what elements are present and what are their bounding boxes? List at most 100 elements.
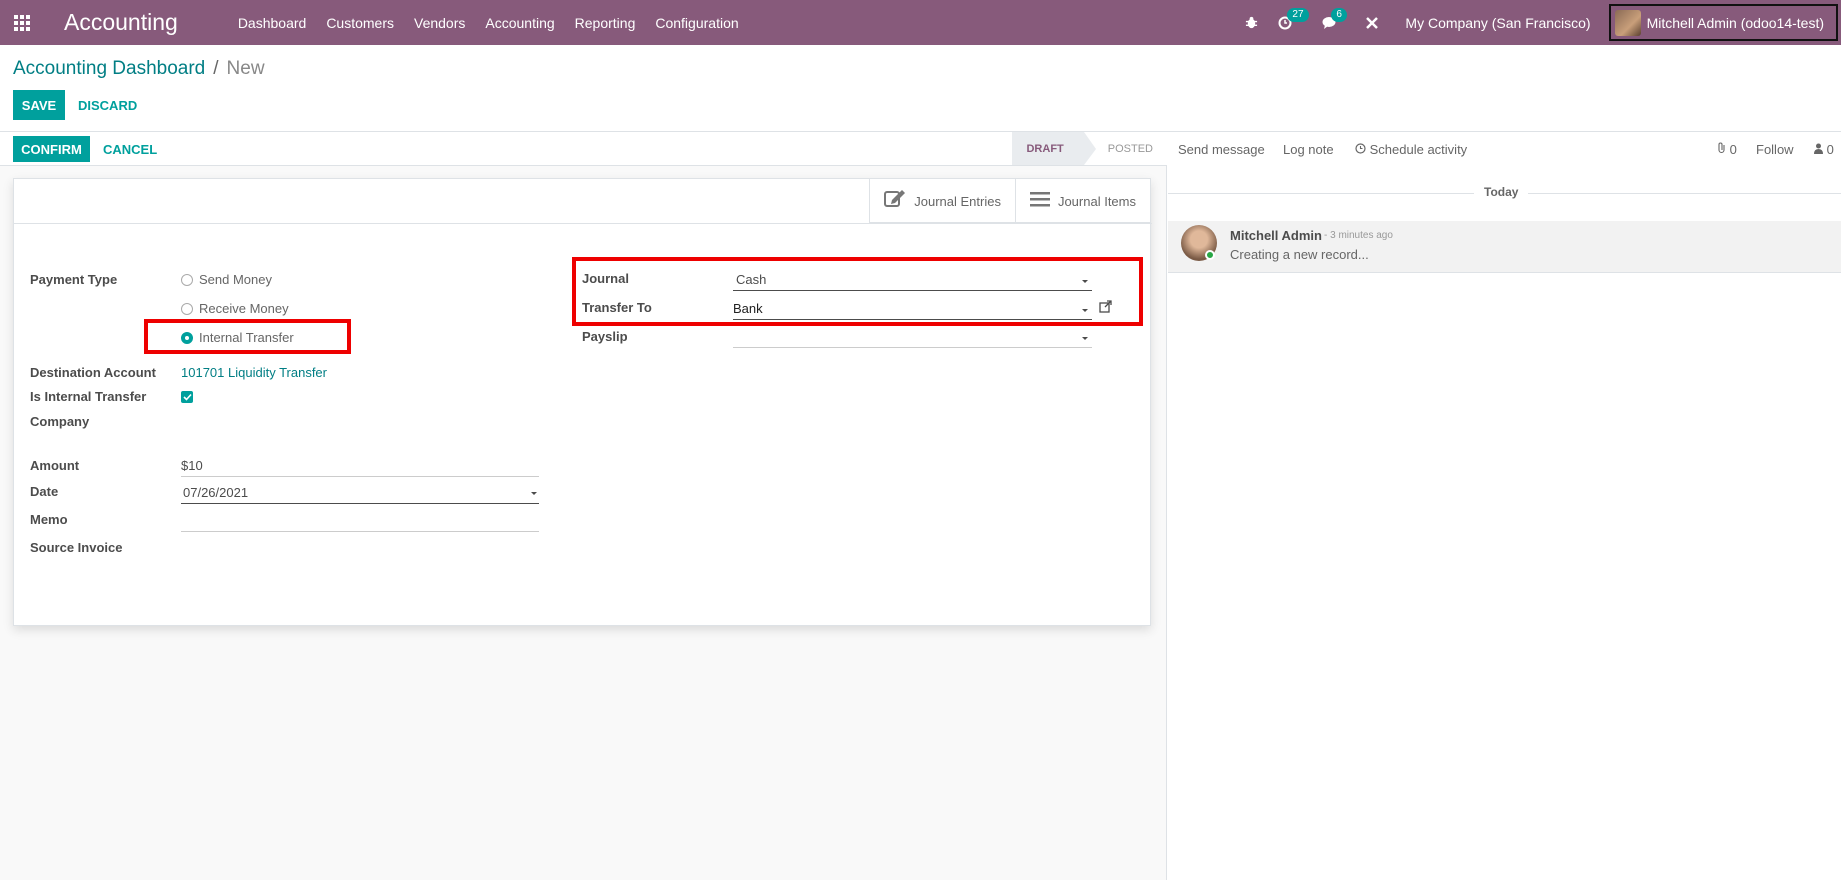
confirm-button[interactable]: CONFIRM <box>13 136 90 162</box>
cancel-button[interactable]: CANCEL <box>103 142 157 157</box>
date-caret-icon[interactable] <box>531 492 537 495</box>
discard-button[interactable]: DISCARD <box>78 98 137 113</box>
highlight-box <box>144 319 351 354</box>
company-label: Company <box>30 414 90 429</box>
save-button[interactable]: SAVE <box>13 90 65 120</box>
smart-button-box: Journal Entries Journal Items <box>869 179 1150 223</box>
date-field[interactable]: 07/26/2021 <box>183 485 248 500</box>
breadcrumb: Accounting Dashboard / New <box>13 58 265 80</box>
menu-dashboard[interactable]: Dashboard <box>228 15 317 31</box>
top-navbar: Accounting Dashboard Customers Vendors A… <box>0 0 1841 45</box>
radio-dot[interactable] <box>181 273 193 286</box>
form-statusbar: CONFIRM CANCEL DRAFT POSTED <box>0 132 1167 166</box>
amount-value: 10 <box>188 458 203 473</box>
edit-icon <box>884 188 906 214</box>
highlight-box <box>572 257 1143 326</box>
message-time: - 3 minutes ago <box>1324 230 1393 241</box>
amount-field[interactable]: $10 <box>181 458 203 473</box>
destination-account-link[interactable]: 101701 Liquidity Transfer <box>181 365 327 380</box>
attachments-count: 0 <box>1729 142 1737 157</box>
user-name: Mitchell Admin (odoo14-test) <box>1646 14 1824 31</box>
log-note-button[interactable]: Log note <box>1283 142 1334 157</box>
paperclip-icon <box>1717 142 1730 157</box>
list-icon <box>1029 190 1050 213</box>
chatter: Send message Log note Schedule activity … <box>1168 132 1841 880</box>
chat-icon[interactable]: 6 <box>1322 8 1347 29</box>
company-switcher[interactable]: My Company (San Francisco) <box>1405 15 1590 31</box>
journal-entries-button[interactable]: Journal Entries <box>869 179 1015 223</box>
menu-customers[interactable]: Customers <box>316 15 404 31</box>
payslip-caret-icon[interactable] <box>1082 337 1088 340</box>
journal-underline <box>733 290 1092 291</box>
chatter-message: Mitchell Admin - 3 minutes ago Creating … <box>1168 221 1841 273</box>
radio-label: Receive Money <box>199 301 289 316</box>
clock-icon[interactable]: 27 <box>1278 7 1309 30</box>
amount-label: Amount <box>30 458 80 473</box>
stage-posted[interactable]: POSTED <box>1084 132 1167 165</box>
clock-icon <box>1355 142 1370 157</box>
form-sheet: Journal Entries Journal Items Payment Ty… <box>13 178 1152 626</box>
main-menu: Dashboard Customers Vendors Accounting R… <box>228 15 749 31</box>
schedule-activity-label: Schedule activity <box>1369 142 1468 157</box>
online-status-icon <box>1205 250 1215 260</box>
divider <box>14 223 1152 224</box>
is-internal-transfer-label: Is Internal Transfer <box>30 389 147 404</box>
radio-receive-money[interactable]: Receive Money <box>181 301 289 316</box>
follow-button[interactable]: Follow <box>1756 142 1794 157</box>
message-badge: 6 <box>1331 8 1347 22</box>
breadcrumb-parent[interactable]: Accounting Dashboard <box>13 58 205 80</box>
journal-label: Journal <box>582 271 629 286</box>
followers-count: 0 <box>1826 142 1834 157</box>
send-message-button[interactable]: Send message <box>1178 142 1265 157</box>
transfer-to-label: Transfer To <box>582 300 652 315</box>
bug-icon[interactable] <box>1245 16 1258 29</box>
destination-account-label: Destination Account <box>30 365 156 380</box>
date-separator: Today <box>1474 185 1529 199</box>
transfer-to-caret-icon[interactable] <box>1082 309 1088 312</box>
external-link-icon[interactable] <box>1099 300 1112 316</box>
user-menu[interactable]: Mitchell Admin (odoo14-test) <box>1608 4 1838 41</box>
status-stages: DRAFT POSTED <box>1012 132 1167 165</box>
menu-vendors[interactable]: Vendors <box>404 15 475 31</box>
menu-accounting[interactable]: Accounting <box>475 15 564 31</box>
journal-items-button[interactable]: Journal Items <box>1014 179 1150 223</box>
payslip-underline <box>733 347 1092 348</box>
memo-label: Memo <box>30 512 68 527</box>
app-title[interactable]: Accounting <box>64 9 178 36</box>
transfer-to-field[interactable]: Bank <box>733 301 763 316</box>
transfer-to-underline <box>733 319 1092 320</box>
message-body: Creating a new record... <box>1230 247 1369 262</box>
attachments-button[interactable]: 0 <box>1717 142 1737 157</box>
radio-send-money[interactable]: Send Money <box>181 272 272 287</box>
is-internal-transfer-checkbox[interactable] <box>181 391 193 403</box>
journal-items-label: Journal Items <box>1057 193 1136 209</box>
journal-field[interactable]: Cash <box>736 272 766 287</box>
breadcrumb-separator: / <box>213 58 219 79</box>
amount-underline <box>181 476 539 477</box>
systray: 27 6 My Company (San Francisco) Mitchell… <box>1235 0 1841 45</box>
breadcrumb-current: New <box>226 58 265 79</box>
journal-caret-icon[interactable] <box>1082 280 1088 283</box>
form-view: CONFIRM CANCEL DRAFT POSTED Journal Entr… <box>0 132 1167 880</box>
tools-icon[interactable] <box>1365 16 1379 30</box>
stage-draft[interactable]: DRAFT <box>1012 132 1097 165</box>
menu-reporting[interactable]: Reporting <box>565 15 646 31</box>
payslip-label: Payslip <box>582 329 628 344</box>
user-icon <box>1814 142 1827 157</box>
schedule-activity-button[interactable]: Schedule activity <box>1355 142 1467 157</box>
memo-underline <box>181 531 539 532</box>
apps-grid-icon[interactable] <box>0 0 44 45</box>
source-invoice-label: Source Invoice <box>30 540 123 555</box>
radio-dot[interactable] <box>181 302 193 315</box>
menu-configuration[interactable]: Configuration <box>645 15 748 31</box>
journal-entries-label: Journal Entries <box>914 193 1001 209</box>
payment-type-label: Payment Type <box>30 272 118 287</box>
activity-badge: 27 <box>1287 7 1309 22</box>
date-label: Date <box>30 484 59 499</box>
avatar <box>1614 9 1641 36</box>
followers-button[interactable]: 0 <box>1814 142 1834 157</box>
control-panel: Accounting Dashboard / New SAVE DISCARD <box>0 45 1841 132</box>
radio-label: Send Money <box>199 272 272 287</box>
date-underline <box>181 503 539 504</box>
message-author[interactable]: Mitchell Admin <box>1230 228 1322 243</box>
